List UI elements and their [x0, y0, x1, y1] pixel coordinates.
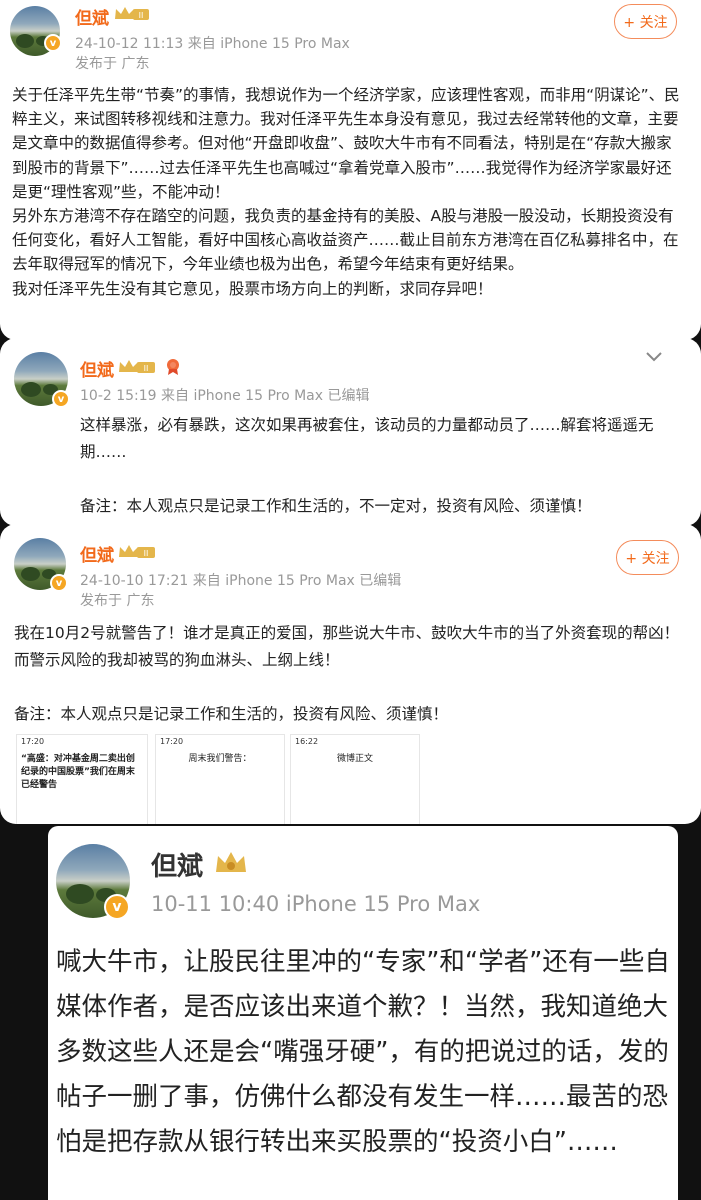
- svg-text:II: II: [139, 11, 144, 20]
- svg-text:II: II: [144, 549, 149, 558]
- post-paragraph: [14, 674, 689, 701]
- post-meta: 24-10-10 17:21 来自 iPhone 15 Pro Max 已编辑: [80, 573, 402, 589]
- post-paragraph: 备注：本人观点只是记录工作和生活的，投资有风险、须谨慎！: [14, 705, 449, 723]
- verified-badge-icon: v: [44, 34, 62, 52]
- post-paragraph: 另外东方港湾不存在踏空的问题，我负责的基金持有的美股、A股与港股一股没动，长期投…: [12, 207, 679, 274]
- author-name[interactable]: 但斌: [151, 846, 203, 883]
- chevron-down-icon[interactable]: [646, 352, 662, 362]
- attached-image-1[interactable]: 17:20 “高盛：对冲基金周二卖出创纪录的中国股票”我们在周末已经警告: [16, 734, 148, 824]
- post-body: 喊大牛市，让股民往里冲的“专家”和“学者”还有一些自媒体作者，是否应该出来道个歉…: [56, 940, 674, 1165]
- post-paragraph: [80, 466, 680, 493]
- post-location: 发布于 广东: [80, 593, 155, 609]
- verified-badge-icon: v: [52, 390, 70, 408]
- follow-button[interactable]: + 关注: [614, 4, 677, 39]
- vip-crown-icon: [216, 852, 246, 872]
- author-name[interactable]: 但斌: [80, 356, 114, 381]
- post-paragraph: 备注：本人观点只是记录工作和生活的，不一定对，投资有风险、须谨慎！: [80, 497, 592, 515]
- vip-crown-icon: II: [119, 545, 155, 558]
- post-card-3: v 但斌 II 24-10-10 17:21 来自 iPhone 15 Pro …: [0, 524, 701, 824]
- thumb-text: “高盛：对冲基金周二卖出创纪录的中国股票”我们在周末已经警告: [21, 754, 135, 790]
- vip-crown-icon: II: [115, 7, 149, 20]
- thumb-status-time: 16:22: [295, 737, 319, 746]
- post-card-2: v 但斌 II 10-2 15:19 来自 iPhone 15 Pro Max …: [0, 338, 701, 526]
- svg-text:II: II: [144, 364, 149, 373]
- post-paragraph: 关于任泽平先生带“节奏”的事情，我想说作为一个经济学家，应该理性客观，而非用“阴…: [12, 86, 680, 201]
- post-card-1: v 但斌 II 24-10-12 11:13 来自 iPhone 15 Pro …: [0, 0, 701, 340]
- post-body: 我在10月2号就警告了！谁才是真正的爱国，那些说大牛市、鼓吹大牛市的当了外资套现…: [14, 620, 689, 728]
- author-name[interactable]: 但斌: [75, 4, 109, 29]
- post-location: 发布于 广东: [75, 56, 150, 72]
- medal-icon: [167, 359, 179, 375]
- attached-image-2[interactable]: 17:20 周末我们警告：: [155, 734, 285, 824]
- follow-button[interactable]: + 关注: [616, 540, 679, 575]
- post-paragraph: 这样暴涨，必有暴跌，这次如果再被套住，该动员的力量都动员了……解套将遥遥无期……: [80, 416, 654, 461]
- post-meta: 24-10-12 11:13 来自 iPhone 15 Pro Max: [75, 36, 350, 52]
- post-paragraph: 喊大牛市，让股民往里冲的“专家”和“学者”还有一些自媒体作者，是否应该出来道个歉…: [56, 947, 670, 1157]
- vip-crown-icon: II: [119, 360, 155, 373]
- attached-image-3[interactable]: 16:22 微博正文: [290, 734, 420, 824]
- post-paragraph: 我在10月2号就警告了！谁才是真正的爱国，那些说大牛市、鼓吹大牛市的当了外资套现…: [14, 624, 680, 669]
- verified-badge-icon: v: [50, 574, 68, 592]
- verified-badge-icon: v: [104, 894, 130, 920]
- thumb-status-time: 17:20: [21, 737, 45, 746]
- author-name[interactable]: 但斌: [80, 541, 114, 566]
- thumb-status-time: 17:20: [160, 737, 184, 746]
- thumb-text: 微博正文: [336, 754, 373, 764]
- thumb-text: 周末我们警告：: [188, 754, 252, 764]
- post-paragraph: 我对任泽平先生没有其它意见，股票市场方向上的判断，求同存异吧！: [12, 279, 493, 298]
- post-body: 关于任泽平先生带“节奏”的事情，我想说作为一个经济学家，应该理性客观，而非用“阴…: [12, 83, 684, 301]
- post-card-4: v 但斌 10-11 10:40 iPhone 15 Pro Max 喊大牛市，…: [48, 826, 678, 1200]
- post-meta: 10-2 15:19 来自 iPhone 15 Pro Max 已编辑: [80, 388, 370, 404]
- post-meta: 10-11 10:40 iPhone 15 Pro Max: [151, 892, 481, 916]
- post-body: 这样暴涨，必有暴跌，这次如果再被套住，该动员的力量都动员了……解套将遥遥无期………: [80, 412, 680, 520]
